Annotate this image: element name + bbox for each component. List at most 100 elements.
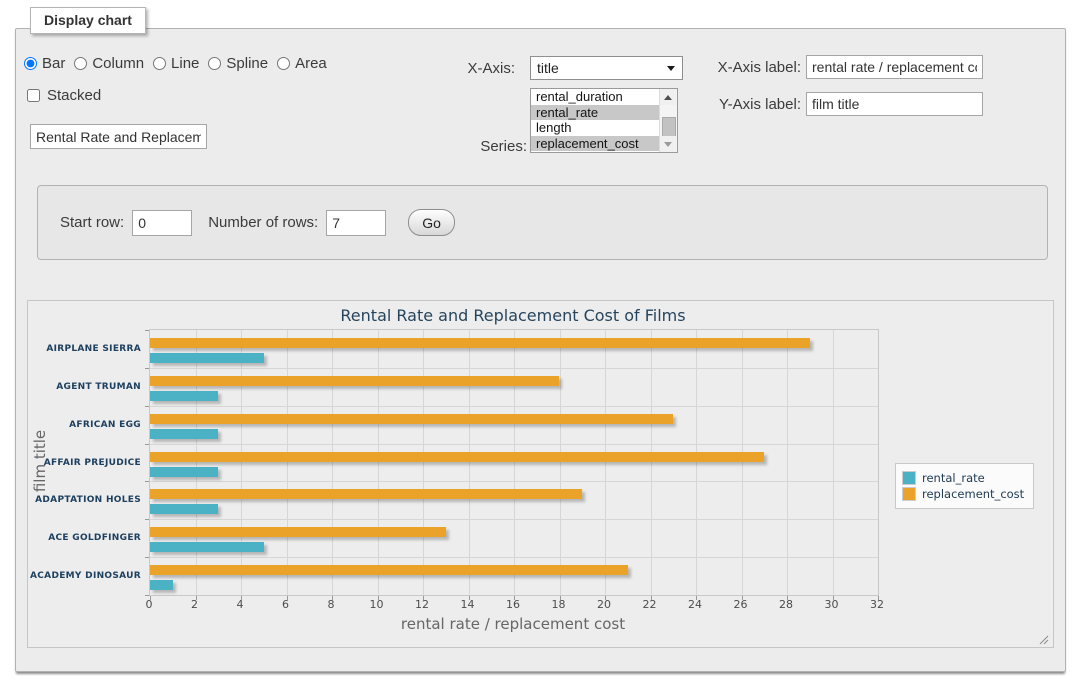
- x-tick-label: 14: [461, 598, 475, 611]
- category-label: AFRICAN EGG: [69, 420, 141, 430]
- y-tick-mark: [145, 444, 149, 445]
- category-label: AFFAIR PREJUDICE: [44, 458, 141, 468]
- gridline-vertical: [696, 330, 697, 595]
- radio-column-label: Column: [92, 55, 144, 72]
- series-listbox[interactable]: rental_duration rental_rate length repla…: [530, 88, 678, 153]
- gridline-vertical: [332, 330, 333, 595]
- y-axis-title: film title: [31, 430, 49, 492]
- legend-label-replacement-cost: replacement_cost: [922, 487, 1024, 501]
- y-tick-mark: [145, 368, 149, 369]
- page: Display chart Bar Column Line Spline Are…: [0, 0, 1081, 681]
- x-tick-label: 28: [779, 598, 793, 611]
- radio-spline-label: Spline: [226, 55, 268, 72]
- series-option-rental-rate[interactable]: rental_rate: [531, 105, 677, 121]
- chart-bar-rental_rate: [150, 542, 264, 552]
- go-button[interactable]: Go: [408, 209, 455, 236]
- x-tick-label: 2: [191, 598, 198, 611]
- y-axis-label-input[interactable]: [806, 92, 983, 116]
- legend-entry-rental-rate: rental_rate: [902, 471, 1024, 485]
- listbox-scrollbar[interactable]: [659, 89, 677, 152]
- legend-swatch-rental-rate: [902, 471, 916, 485]
- arrow-up-icon: [664, 95, 672, 100]
- chart-bar-rental_rate: [150, 391, 218, 401]
- chart-type-radio-spline[interactable]: Spline: [208, 55, 268, 72]
- x-tick-label: 24: [688, 598, 702, 611]
- chart-bar-replacement_cost: [150, 376, 559, 386]
- chart-type-radio-area[interactable]: Area: [277, 55, 327, 72]
- gridline-vertical: [560, 330, 561, 595]
- chart-title-input[interactable]: [30, 124, 207, 149]
- radio-bar-input[interactable]: [24, 57, 37, 70]
- gridline-vertical: [514, 330, 515, 595]
- resize-grip-icon[interactable]: [1038, 634, 1049, 645]
- series-option-rental-duration[interactable]: rental_duration: [531, 89, 677, 105]
- y-tick-mark: [145, 595, 149, 596]
- chart-type-radio-bar[interactable]: Bar: [24, 55, 65, 72]
- gridline-horizontal: [150, 519, 878, 520]
- x-tick-label: 6: [282, 598, 289, 611]
- radio-spline-input[interactable]: [208, 57, 221, 70]
- start-row-input[interactable]: [132, 210, 192, 236]
- plot-area: AIRPLANE SIERRAAGENT TRUMANAFRICAN EGGAF…: [149, 329, 879, 596]
- stacked-checkbox-row: Stacked: [27, 87, 101, 104]
- y-tick-mark: [145, 330, 149, 331]
- x-tick-label: 16: [506, 598, 520, 611]
- stacked-checkbox-input[interactable]: [27, 89, 40, 102]
- chart-title: Rental Rate and Replacement Cost of Film…: [149, 306, 877, 325]
- category-label: ADAPTATION HOLES: [35, 495, 141, 505]
- radio-line-label: Line: [171, 55, 199, 72]
- radio-area-input[interactable]: [277, 57, 290, 70]
- chart-type-radio-line[interactable]: Line: [153, 55, 199, 72]
- x-axis-title: rental rate / replacement cost: [149, 615, 877, 633]
- stacked-checkbox[interactable]: Stacked: [27, 87, 101, 104]
- start-row-label: Start row:: [60, 214, 124, 231]
- gridline-vertical: [469, 330, 470, 595]
- num-rows-input[interactable]: [326, 210, 386, 236]
- legend-swatch-replacement-cost: [902, 487, 916, 501]
- x-axis-select[interactable]: title: [530, 56, 683, 80]
- gridline-vertical: [787, 330, 788, 595]
- arrow-down-icon: [664, 142, 672, 147]
- chart-bar-rental_rate: [150, 467, 218, 477]
- gridline-vertical: [742, 330, 743, 595]
- chart-legend: rental_rate replacement_cost: [895, 463, 1034, 509]
- gridline-vertical: [651, 330, 652, 595]
- x-tick-label: 0: [146, 598, 153, 611]
- chevron-down-icon: [667, 66, 675, 71]
- x-axis-ticks: 02468101214161820222426283032: [149, 598, 877, 612]
- gridline-horizontal: [150, 368, 878, 369]
- gridline-horizontal: [150, 481, 878, 482]
- radio-column-input[interactable]: [74, 57, 87, 70]
- row-range-panel: Start row: Number of rows: Go: [37, 185, 1048, 260]
- y-tick-mark: [145, 557, 149, 558]
- chart-bar-replacement_cost: [150, 527, 446, 537]
- y-tick-mark: [145, 481, 149, 482]
- scroll-down-button[interactable]: [660, 136, 676, 152]
- x-axis-select-value: title: [537, 60, 559, 76]
- series-option-replacement-cost[interactable]: replacement_cost: [531, 136, 677, 152]
- chart-bar-rental_rate: [150, 429, 218, 439]
- x-axis-label-input[interactable]: [806, 55, 983, 79]
- scroll-up-button[interactable]: [660, 89, 676, 105]
- chart-type-radio-column[interactable]: Column: [74, 55, 144, 72]
- category-label: AGENT TRUMAN: [56, 382, 141, 392]
- x-axis-select-label: X-Axis:: [440, 60, 515, 77]
- gridline-horizontal: [150, 444, 878, 445]
- chart-type-radio-group: Bar Column Line Spline Area: [24, 55, 336, 72]
- series-option-length[interactable]: length: [531, 120, 677, 136]
- chart-bar-rental_rate: [150, 580, 173, 590]
- radio-line-input[interactable]: [153, 57, 166, 70]
- chart-bar-replacement_cost: [150, 489, 582, 499]
- gridline-vertical: [287, 330, 288, 595]
- category-label: ACADEMY DINOSAUR: [30, 571, 141, 581]
- x-tick-label: 8: [328, 598, 335, 611]
- x-tick-label: 30: [825, 598, 839, 611]
- stacked-label: Stacked: [47, 87, 101, 104]
- gridline-vertical: [833, 330, 834, 595]
- chart-bar-replacement_cost: [150, 338, 810, 348]
- x-tick-label: 32: [870, 598, 884, 611]
- num-rows-label: Number of rows:: [208, 214, 318, 231]
- x-tick-label: 4: [237, 598, 244, 611]
- chart-bar-replacement_cost: [150, 452, 764, 462]
- gridline-horizontal: [150, 557, 878, 558]
